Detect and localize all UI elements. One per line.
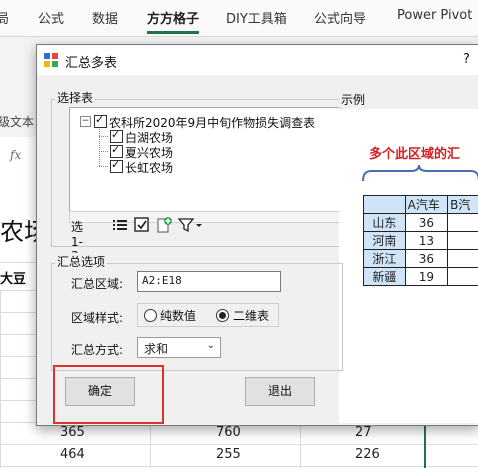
checkbox-item[interactable]	[110, 143, 123, 158]
ribbon-fragment-text: 级文本	[0, 115, 35, 129]
check-all-icon[interactable]	[133, 216, 151, 234]
collapse-icon[interactable]: −	[80, 116, 91, 127]
example-header-cell: A汽车	[404, 195, 449, 214]
summary-dialog: 汇总多表 ? 选择表 − 农科所2020年9月中旬作物损失调查表 白湖农场 夏兴…	[36, 44, 478, 426]
cell-header-fragment[interactable]: 大豆	[0, 268, 26, 287]
cell-value[interactable]: 365	[60, 425, 85, 440]
ok-button-highlight	[53, 365, 164, 424]
example-caption: 多个此区域的汇	[369, 147, 461, 162]
radio-2d-table-label[interactable]: 二维表	[233, 307, 269, 324]
summary-options-label: 汇总选项	[55, 253, 108, 270]
tree-connector	[99, 166, 108, 167]
style-radio-group: 纯数值 二维表	[137, 303, 279, 327]
ribbon-tab-bar: 局 公式 数据 方方格子 DIY工具箱 公式向导 Power Pivot	[0, 0, 478, 37]
example-cell	[447, 249, 478, 268]
sheet-tree[interactable]: − 农科所2020年9月中旬作物损失调查表 白湖农场 夏兴农场 长虹农场	[69, 107, 341, 213]
method-select[interactable]: 求和 ⌄	[137, 337, 221, 358]
style-label: 区域样式:	[71, 311, 124, 325]
cell-value[interactable]: 255	[216, 447, 241, 462]
dialog-title: 汇总多表	[65, 56, 118, 71]
cell-value[interactable]: 226	[355, 447, 380, 462]
fx-icon[interactable]: fx	[10, 148, 21, 162]
example-header-cell: B汽	[447, 195, 478, 214]
example-row-label: 新疆	[363, 267, 406, 286]
method-select-value: 求和	[144, 342, 169, 356]
exit-button[interactable]: 退出	[245, 377, 315, 406]
cell-value[interactable]: 27	[355, 425, 372, 440]
ribbon-tab-layout[interactable]: 局	[0, 8, 9, 27]
example-row-label: 浙江	[363, 249, 406, 268]
cell-value[interactable]: 464	[60, 447, 85, 462]
radio-plain-values-label[interactable]: 纯数值	[160, 307, 196, 324]
example-cell: 36	[404, 249, 449, 268]
checkbox-root[interactable]	[94, 113, 107, 128]
example-preview: 多个此区域的汇 A汽车 B汽 山东 36 河南 13 浙江 36 新疆 19	[339, 109, 478, 423]
example-cell	[447, 231, 478, 250]
ribbon-tab-data[interactable]: 数据	[92, 8, 118, 27]
example-cell: 19	[404, 267, 449, 286]
brace-icon	[362, 165, 478, 182]
ribbon-tab-diy[interactable]: DIY工具箱	[226, 8, 287, 27]
tree-connector	[99, 136, 108, 137]
tree-item-label: 长虹农场	[125, 161, 174, 175]
tree-horizontal-scrollbar[interactable]	[69, 211, 341, 223]
list-icon[interactable]	[111, 216, 129, 234]
example-table: A汽车 B汽 山东 36 河南 13 浙江 36 新疆 19	[363, 195, 478, 286]
example-cell: 13	[404, 231, 449, 250]
table-row[interactable]: 365 760 27	[0, 423, 478, 444]
chevron-down-icon: ⌄	[206, 340, 215, 351]
example-row-label: 河南	[363, 231, 406, 250]
filter-dropdown-icon[interactable]	[177, 216, 203, 234]
ribbon-tab-power-pivot[interactable]: Power Pivot	[397, 8, 472, 23]
checkbox-item[interactable]	[110, 128, 123, 143]
ribbon-tab-fangfang[interactable]: 方方格子	[147, 8, 200, 34]
ribbon-tab-formula-wizard[interactable]: 公式向导	[314, 8, 366, 27]
example-cell	[447, 267, 478, 286]
checkbox-item[interactable]	[110, 158, 123, 173]
tree-connector	[99, 151, 108, 152]
example-header-cell	[363, 195, 406, 214]
radio-2d-table[interactable]	[216, 309, 229, 322]
radio-plain-values[interactable]	[144, 309, 157, 322]
range-label: 汇总区域:	[71, 277, 124, 291]
table-row[interactable]: 464 255 226	[0, 445, 478, 466]
app-icon	[44, 53, 58, 67]
method-label: 汇总方式:	[71, 343, 124, 357]
ribbon-tab-formulas[interactable]: 公式	[38, 8, 64, 27]
range-input[interactable]: A2:E18	[137, 271, 281, 292]
add-sheet-icon[interactable]	[155, 216, 173, 234]
example-group-label: 示例	[339, 91, 368, 108]
help-button[interactable]: ?	[463, 52, 470, 67]
cell-value[interactable]: 760	[216, 425, 241, 440]
tree-connector	[99, 126, 100, 166]
example-cell	[447, 213, 478, 232]
example-row-label: 山东	[363, 213, 406, 232]
example-cell: 36	[404, 213, 449, 232]
dialog-titlebar[interactable]: 汇总多表 ?	[37, 45, 478, 75]
select-table-group-label: 选择表	[55, 89, 96, 106]
grid-line	[0, 466, 478, 467]
